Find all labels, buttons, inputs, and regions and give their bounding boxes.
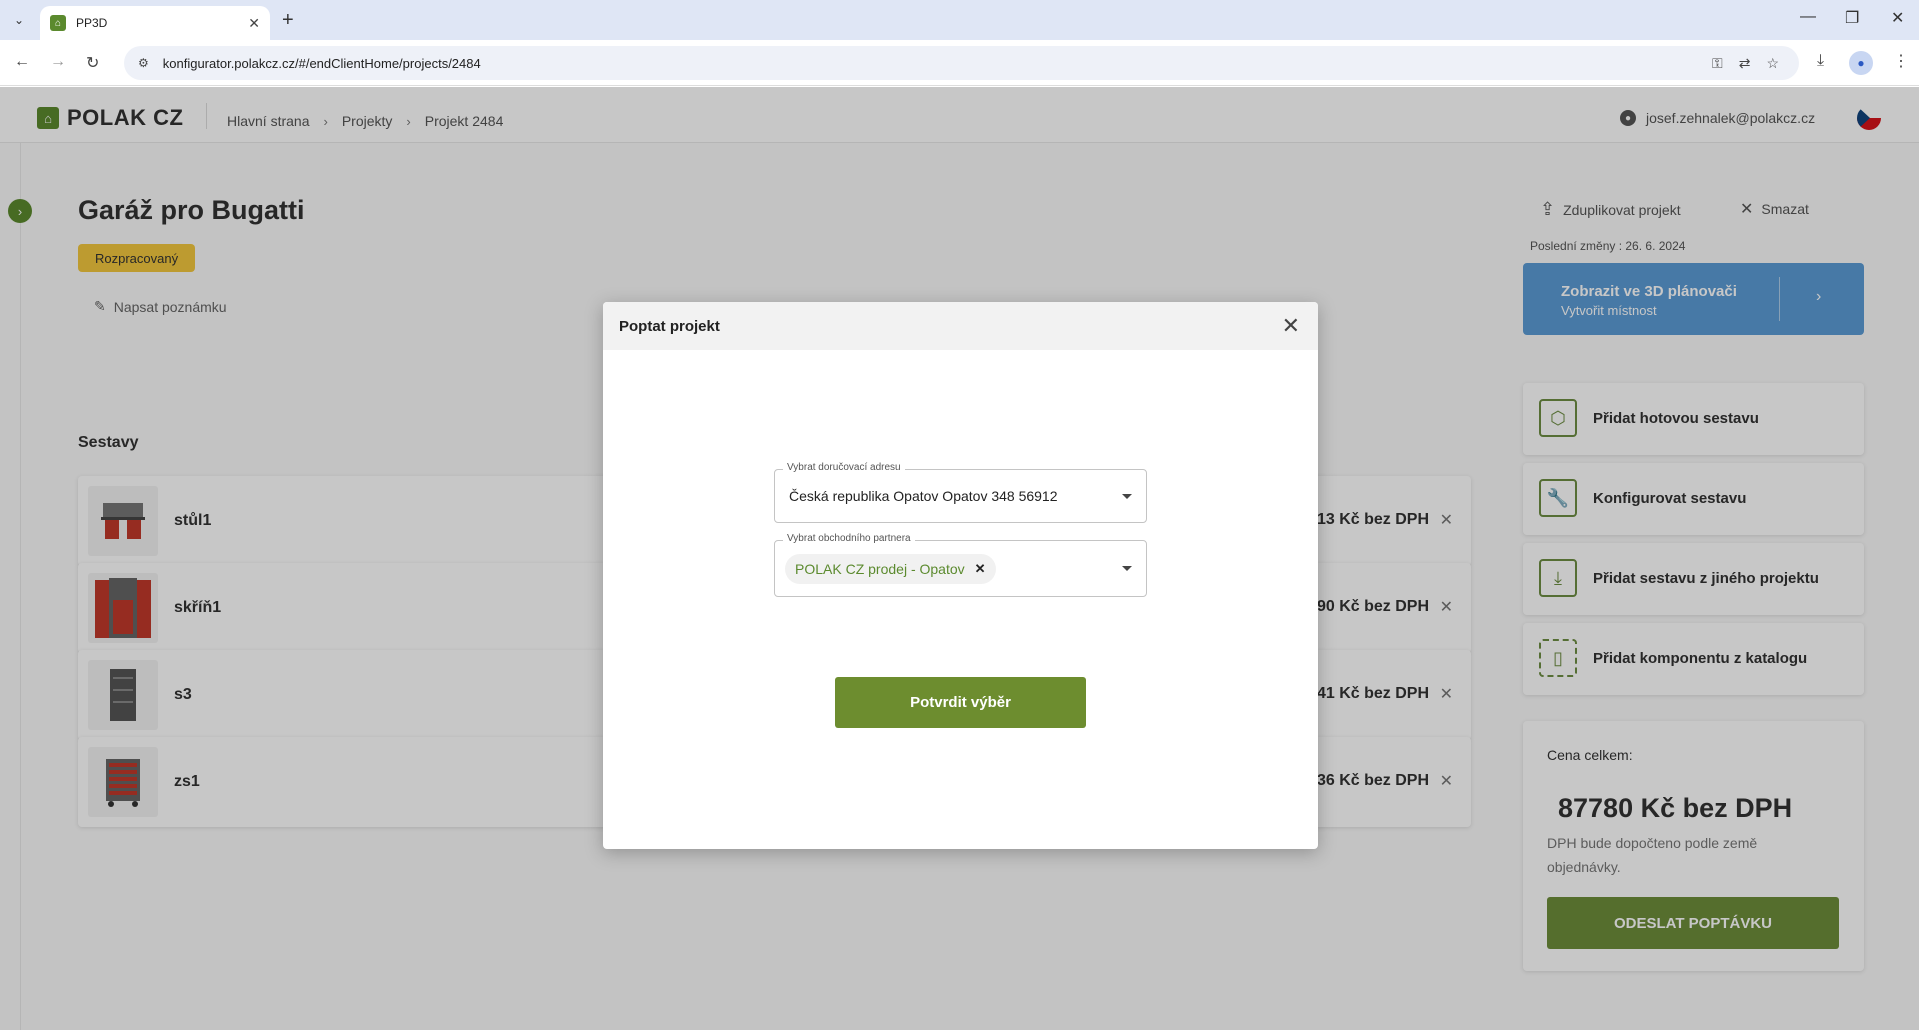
modal-title: Poptat projekt bbox=[619, 318, 720, 335]
profile-avatar-icon[interactable]: ● bbox=[1849, 51, 1873, 75]
confirm-selection-button[interactable]: Potvrdit výběr bbox=[835, 677, 1086, 728]
address-value: Česká republika Opatov Opatov 348 56912 bbox=[789, 488, 1058, 504]
translate-icon[interactable]: ⇄ bbox=[1739, 55, 1751, 72]
browser-tab-bar: ⌄ ⌂ PP3D ✕ + — ❐ ✕ bbox=[0, 0, 1919, 40]
back-arrow-icon[interactable]: ← bbox=[14, 53, 30, 71]
reload-icon[interactable]: ↻ bbox=[86, 53, 99, 73]
new-tab-button[interactable]: + bbox=[282, 9, 294, 32]
restore-button[interactable]: ❐ bbox=[1845, 8, 1859, 28]
remove-chip-icon[interactable]: ✕ bbox=[975, 561, 986, 577]
delivery-address-select[interactable]: Vybrat doručovací adresu Česká republika… bbox=[774, 462, 1147, 523]
key-icon[interactable]: ⚿ bbox=[1712, 55, 1723, 72]
favicon-icon: ⌂ bbox=[50, 15, 66, 31]
site-settings-icon[interactable]: ⚙ bbox=[138, 56, 149, 70]
inquiry-modal: Poptat projekt ✕ Vybrat doručovací adres… bbox=[603, 302, 1318, 849]
partner-select[interactable]: Vybrat obchodního partnera POLAK CZ prod… bbox=[774, 533, 1147, 597]
address-label: Vybrat doručovací adresu bbox=[783, 462, 905, 473]
close-window-button[interactable]: ✕ bbox=[1891, 8, 1904, 28]
modal-header: Poptat projekt ✕ bbox=[603, 302, 1318, 350]
star-icon[interactable]: ☆ bbox=[1766, 55, 1779, 72]
close-icon[interactable]: ✕ bbox=[1282, 313, 1300, 339]
tab-title: PP3D bbox=[76, 16, 108, 30]
menu-dots-icon[interactable]: ⋮ bbox=[1893, 51, 1909, 71]
caret-down-icon bbox=[1122, 566, 1132, 571]
tab-search-chevron-icon[interactable]: ⌄ bbox=[8, 9, 30, 31]
partner-value: POLAK CZ prodej - Opatov bbox=[795, 561, 965, 577]
caret-down-icon bbox=[1122, 494, 1132, 499]
url-text[interactable]: konfigurator.polakcz.cz/#/endClientHome/… bbox=[163, 56, 1712, 71]
tab-close-icon[interactable]: ✕ bbox=[248, 15, 260, 32]
partner-chip: POLAK CZ prodej - Opatov ✕ bbox=[785, 554, 996, 584]
minimize-button[interactable]: — bbox=[1800, 8, 1816, 26]
address-bar: ← → ↻ ⚙ konfigurator.polakcz.cz/#/endCli… bbox=[0, 40, 1919, 86]
download-icon[interactable]: ⤓ bbox=[1817, 52, 1824, 70]
browser-tab[interactable]: ⌂ PP3D ✕ bbox=[40, 6, 270, 40]
forward-arrow-icon[interactable]: → bbox=[50, 53, 66, 71]
partner-label: Vybrat obchodního partnera bbox=[783, 533, 915, 544]
url-omnibox[interactable]: ⚙ konfigurator.polakcz.cz/#/endClientHom… bbox=[124, 46, 1799, 80]
